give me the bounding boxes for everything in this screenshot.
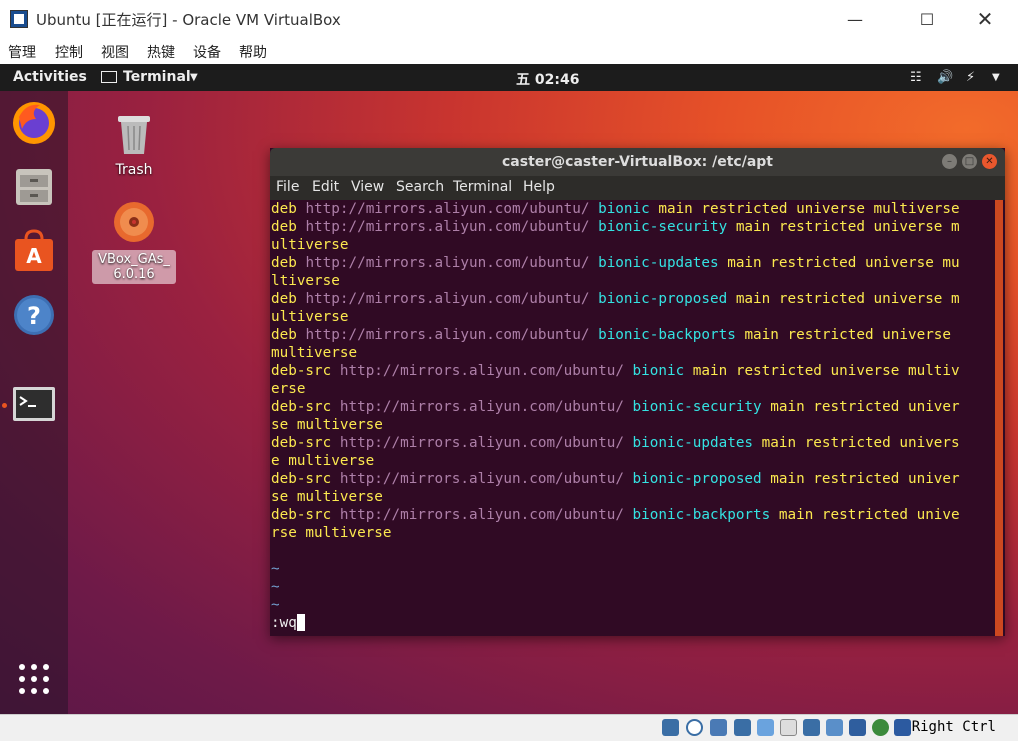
dock: A ? [0, 91, 68, 714]
menu-help[interactable]: 帮助 [239, 42, 267, 62]
show-applications-icon[interactable] [14, 659, 54, 699]
terminal-line: deb-src http://mirrors.aliyun.com/ubuntu… [271, 399, 960, 415]
terminal-line: deb-src http://mirrors.aliyun.com/ubuntu… [271, 471, 960, 487]
video-capture-icon[interactable] [826, 719, 843, 736]
menu-hotkey[interactable]: 热键 [147, 42, 175, 62]
audio-icon[interactable] [710, 719, 727, 736]
terminal-line: e multiverse [271, 453, 375, 469]
terminal-line: ultiverse [271, 309, 349, 325]
vim-command-line[interactable]: :wq [271, 614, 305, 632]
terminal-window[interactable]: caster@caster-VirtualBox: /etc/apt – □ ✕… [270, 148, 1005, 636]
terminal-menu-file[interactable]: File [276, 179, 299, 195]
vim-empty-line-marker: ~ [271, 579, 280, 595]
cd-disc-icon [114, 202, 154, 242]
keyboard-capture-icon[interactable] [894, 719, 911, 736]
terminal-menu-edit[interactable]: Edit [312, 179, 339, 195]
virtualbox-app-icon [10, 10, 28, 28]
guest-screen[interactable]: Activities Terminal ▼ 五 02:46 ☷ 🔊 ⚡ ▼ A … [0, 64, 1018, 714]
terminal-app-icon [101, 71, 117, 83]
app-menu-terminal[interactable]: Terminal [123, 69, 191, 85]
vbox-status-bar: Right Ctrl [0, 714, 1018, 741]
terminal-scrollbar[interactable] [995, 200, 1003, 636]
terminal-line: erse [271, 381, 306, 397]
terminal-menu-help[interactable]: Help [523, 179, 555, 195]
minimize-button[interactable]: — [832, 0, 878, 38]
terminal-maximize-button[interactable]: □ [962, 154, 977, 169]
window-title: Ubuntu [正在运行] - Oracle VM VirtualBox [36, 11, 341, 29]
network-adapter-icon[interactable] [734, 719, 751, 736]
firefox-icon[interactable] [10, 99, 58, 147]
terminal-line: deb http://mirrors.aliyun.com/ubuntu/ bi… [271, 255, 960, 271]
terminal-line: deb-src http://mirrors.aliyun.com/ubuntu… [271, 435, 960, 451]
menu-manage[interactable]: 管理 [8, 42, 36, 62]
maximize-button[interactable]: ☐ [904, 0, 950, 38]
clock[interactable]: 五 02:46 [516, 69, 579, 89]
running-indicator [2, 403, 7, 408]
text-cursor [296, 614, 305, 631]
trash-icon [118, 116, 150, 154]
gnome-top-bar: Activities Terminal ▼ 五 02:46 ☷ 🔊 ⚡ ▼ [0, 64, 1018, 91]
network-icon[interactable]: ☷ [910, 70, 922, 85]
desktop-trash[interactable]: Trash [92, 108, 176, 178]
svg-text:A: A [26, 244, 42, 268]
chevron-down-icon: ▼ [190, 72, 198, 83]
terminal-menu-view[interactable]: View [351, 179, 384, 195]
usb-icon[interactable] [757, 719, 774, 736]
vbox-menubar: 管理 控制 视图 热键 设备 帮助 [0, 38, 1018, 64]
terminal-icon[interactable] [10, 381, 58, 429]
close-button[interactable]: ✕ [962, 0, 1008, 38]
terminal-menu-terminal[interactable]: Terminal [453, 179, 512, 195]
vim-command-text: :wq [271, 615, 297, 631]
terminal-line: deb http://mirrors.aliyun.com/ubuntu/ bi… [271, 219, 960, 235]
vim-empty-line-marker: ~ [271, 597, 280, 613]
terminal-line: deb http://mirrors.aliyun.com/ubuntu/ bi… [271, 201, 960, 217]
terminal-line: deb-src http://mirrors.aliyun.com/ubuntu… [271, 507, 960, 523]
terminal-line: deb http://mirrors.aliyun.com/ubuntu/ bi… [271, 291, 960, 307]
menu-control[interactable]: 控制 [55, 42, 83, 62]
vim-empty-line-marker: ~ [271, 561, 280, 577]
optical-drive-icon[interactable] [686, 719, 703, 736]
terminal-line: deb-src http://mirrors.aliyun.com/ubuntu… [271, 363, 960, 379]
vbox-cd-label: VBox_GAs_ 6.0.16 [92, 250, 176, 284]
shared-folders-icon[interactable] [780, 719, 797, 736]
volume-icon[interactable]: 🔊 [937, 70, 953, 85]
terminal-text-area[interactable]: deb http://mirrors.aliyun.com/ubuntu/ bi… [270, 200, 995, 636]
display-icon[interactable] [803, 719, 820, 736]
vbox-titlebar: Ubuntu [正在运行] - Oracle VM VirtualBox — ☐… [0, 0, 1018, 38]
desktop-vbox-cd[interactable]: VBox_GAs_ 6.0.16 [92, 200, 176, 284]
help-icon[interactable]: ? [10, 291, 58, 339]
battery-icon[interactable]: ⚡ [966, 70, 975, 85]
terminal-menu-search[interactable]: Search [396, 179, 444, 195]
terminal-line: se multiverse [271, 417, 383, 433]
activities-button[interactable]: Activities [13, 69, 87, 85]
terminal-line: deb http://mirrors.aliyun.com/ubuntu/ bi… [271, 327, 952, 343]
files-icon[interactable] [10, 163, 58, 211]
hard-disk-icon[interactable] [662, 719, 679, 736]
terminal-line: rse multiverse [271, 525, 392, 541]
system-menu-arrow-icon[interactable]: ▼ [992, 72, 1000, 83]
terminal-title: caster@caster-VirtualBox: /etc/apt [270, 148, 1005, 176]
virtualization-icon[interactable] [849, 719, 866, 736]
terminal-line: multiverse [271, 345, 358, 361]
terminal-close-button[interactable]: ✕ [982, 154, 997, 169]
terminal-line: ltiverse [271, 273, 340, 289]
terminal-line: ultiverse [271, 237, 349, 253]
menu-view[interactable]: 视图 [101, 42, 129, 62]
mouse-integration-icon[interactable] [872, 719, 889, 736]
terminal-menubar: File Edit View Search Terminal Help [270, 176, 1005, 200]
terminal-minimize-button[interactable]: – [942, 154, 957, 169]
software-center-icon[interactable]: A [10, 227, 58, 275]
trash-label: Trash [115, 162, 153, 178]
svg-text:?: ? [27, 302, 41, 330]
terminal-line: se multiverse [271, 489, 383, 505]
host-key-label: Right Ctrl [911, 719, 996, 735]
menu-devices[interactable]: 设备 [193, 42, 221, 62]
